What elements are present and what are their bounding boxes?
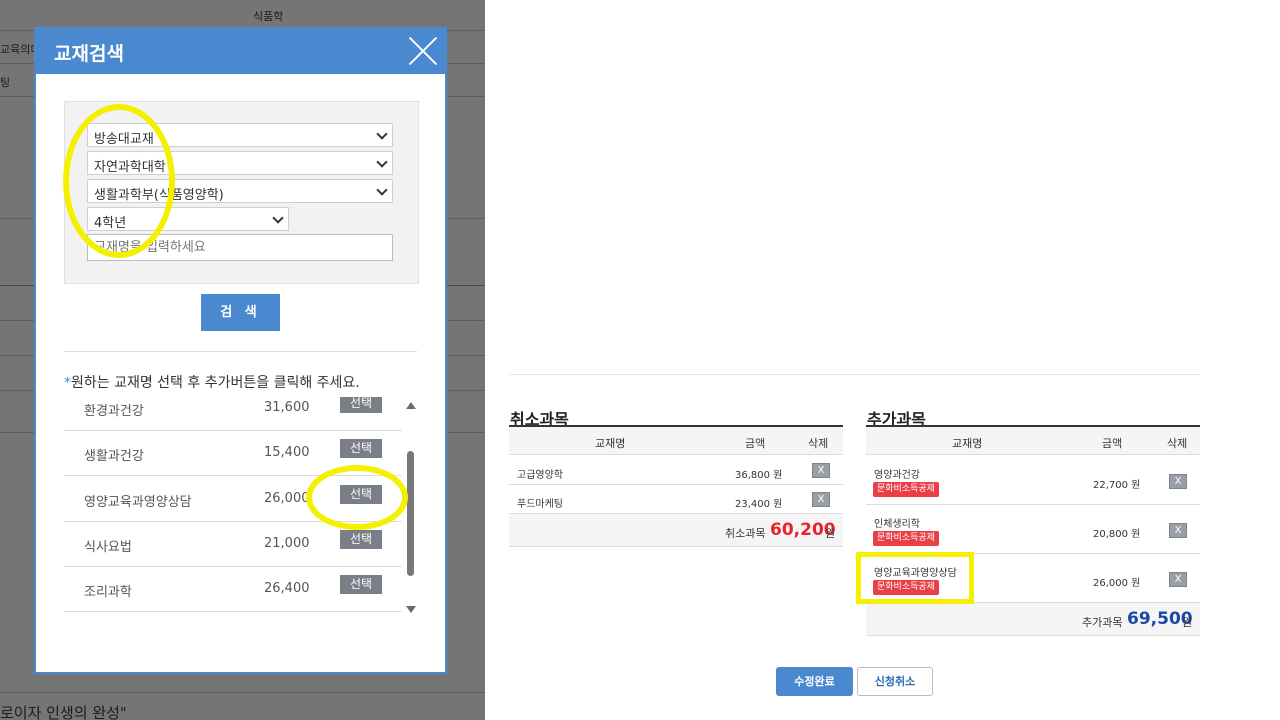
cancel-total-row: 취소과목 60,200 원 [509, 514, 843, 547]
scroll-down-arrow-icon[interactable] [406, 606, 416, 613]
row-price: 20,800 원 [1093, 529, 1141, 540]
highlight-ellipse-select [306, 465, 408, 530]
cancel-table: 교재명 금액 삭제 고급영양학 36,800 원 X 푸드마케팅 23,400 … [509, 425, 843, 547]
row-name: 푸드마케팅 [517, 499, 563, 510]
tax-deduction-badge: 문화비소득공제 [873, 482, 939, 497]
highlight-rect-added-book [856, 552, 974, 604]
cancel-application-button[interactable]: 신청취소 [857, 667, 933, 696]
section-divider [64, 351, 417, 352]
delete-button[interactable]: X [812, 492, 830, 507]
confirm-edit-button[interactable]: 수정완료 [776, 667, 853, 696]
row-price: 26,000 원 [1093, 578, 1141, 589]
chevron-down-icon [376, 156, 388, 168]
search-button[interactable]: 검 색 [201, 294, 280, 331]
table-header: 교재명 금액 삭제 [509, 427, 843, 455]
header-price: 금액 [745, 437, 766, 450]
delete-button[interactable]: X [1169, 474, 1187, 489]
select-button[interactable]: 선택 [340, 439, 382, 458]
header-name: 교재명 [595, 437, 626, 450]
textbook-name: 조리과학 [84, 585, 132, 600]
header-delete: 삭제 [808, 437, 829, 450]
table-row: 인체생리학 문화비소득공제 20,800 원 X [866, 505, 1200, 554]
delete-button[interactable]: X [812, 463, 830, 478]
textbook-price: 15,400 [264, 445, 310, 460]
row-name: 인체생리학 [874, 519, 920, 530]
table-row: 푸드마케팅 23,400 원 X [509, 485, 843, 514]
background-divider [0, 692, 485, 693]
row-name: 고급영양학 [517, 470, 563, 481]
background-quote-text: 로이자 인생의 완성" [0, 704, 127, 720]
chevron-down-icon [376, 184, 388, 196]
header-name: 교재명 [952, 437, 983, 450]
chevron-down-icon [376, 128, 388, 140]
table-row: 영양과건강 문화비소득공제 22,700 원 X [866, 456, 1200, 505]
textbook-name: 생활과건강 [84, 449, 144, 464]
background-column-header: 식품학 [253, 10, 284, 23]
modal-header: 교재검색 [36, 29, 445, 74]
row-price: 36,800 원 [735, 470, 783, 481]
add-total-row: 추가과목 69,500 원 [866, 603, 1200, 636]
textbook-name: 식사요법 [84, 540, 132, 555]
total-label: 추가과목 [1082, 616, 1123, 629]
row-price: 22,700 원 [1093, 480, 1141, 491]
list-item: 조리과학 26,400 선택 [64, 567, 402, 612]
total-label: 취소과목 [725, 527, 766, 540]
total-unit: 원 [825, 527, 836, 540]
textbook-price: 26,400 [264, 581, 310, 596]
table-row: 고급영양학 36,800 원 X [509, 456, 843, 485]
row-name: 영양과건강 [874, 470, 920, 481]
instruction-star: * [64, 375, 71, 391]
row-price: 23,400 원 [735, 499, 783, 510]
select-button[interactable]: 선택 [340, 397, 382, 413]
select-button[interactable]: 선택 [340, 575, 382, 594]
list-scrollbar[interactable] [406, 399, 416, 613]
highlight-ellipse-filters [63, 104, 175, 258]
list-item: 환경과건강 31,600 선택 [64, 397, 402, 431]
delete-button[interactable]: X [1169, 523, 1187, 538]
header-delete: 삭제 [1167, 437, 1188, 450]
close-icon[interactable] [407, 35, 439, 67]
modal-title: 교재검색 [54, 43, 124, 65]
add-table: 교재명 금액 삭제 영양과건강 문화비소득공제 22,700 원 X 인체생리학… [866, 425, 1200, 636]
background-row-text: 팅 [0, 76, 11, 89]
instruction-label: 원하는 교재명 선택 후 추가버튼을 클릭해 주세요. [71, 375, 360, 391]
select-button[interactable]: 선택 [340, 530, 382, 549]
textbook-price: 31,600 [264, 400, 310, 415]
instruction-text: *원하는 교재명 선택 후 추가버튼을 클릭해 주세요. [64, 372, 360, 392]
content-divider [509, 374, 1200, 375]
tax-deduction-badge: 문화비소득공제 [873, 531, 939, 546]
chevron-down-icon [272, 212, 284, 224]
textbook-price: 21,000 [264, 536, 310, 551]
scroll-thumb[interactable] [407, 451, 414, 576]
textbook-price: 26,000 [264, 491, 310, 506]
scroll-up-arrow-icon[interactable] [406, 402, 416, 409]
total-unit: 원 [1182, 616, 1193, 629]
delete-button[interactable]: X [1169, 572, 1187, 587]
textbook-name: 영양교육과영양상담 [84, 495, 192, 510]
textbook-name: 환경과건강 [84, 404, 144, 419]
header-price: 금액 [1102, 437, 1123, 450]
table-header: 교재명 금액 삭제 [866, 427, 1200, 455]
